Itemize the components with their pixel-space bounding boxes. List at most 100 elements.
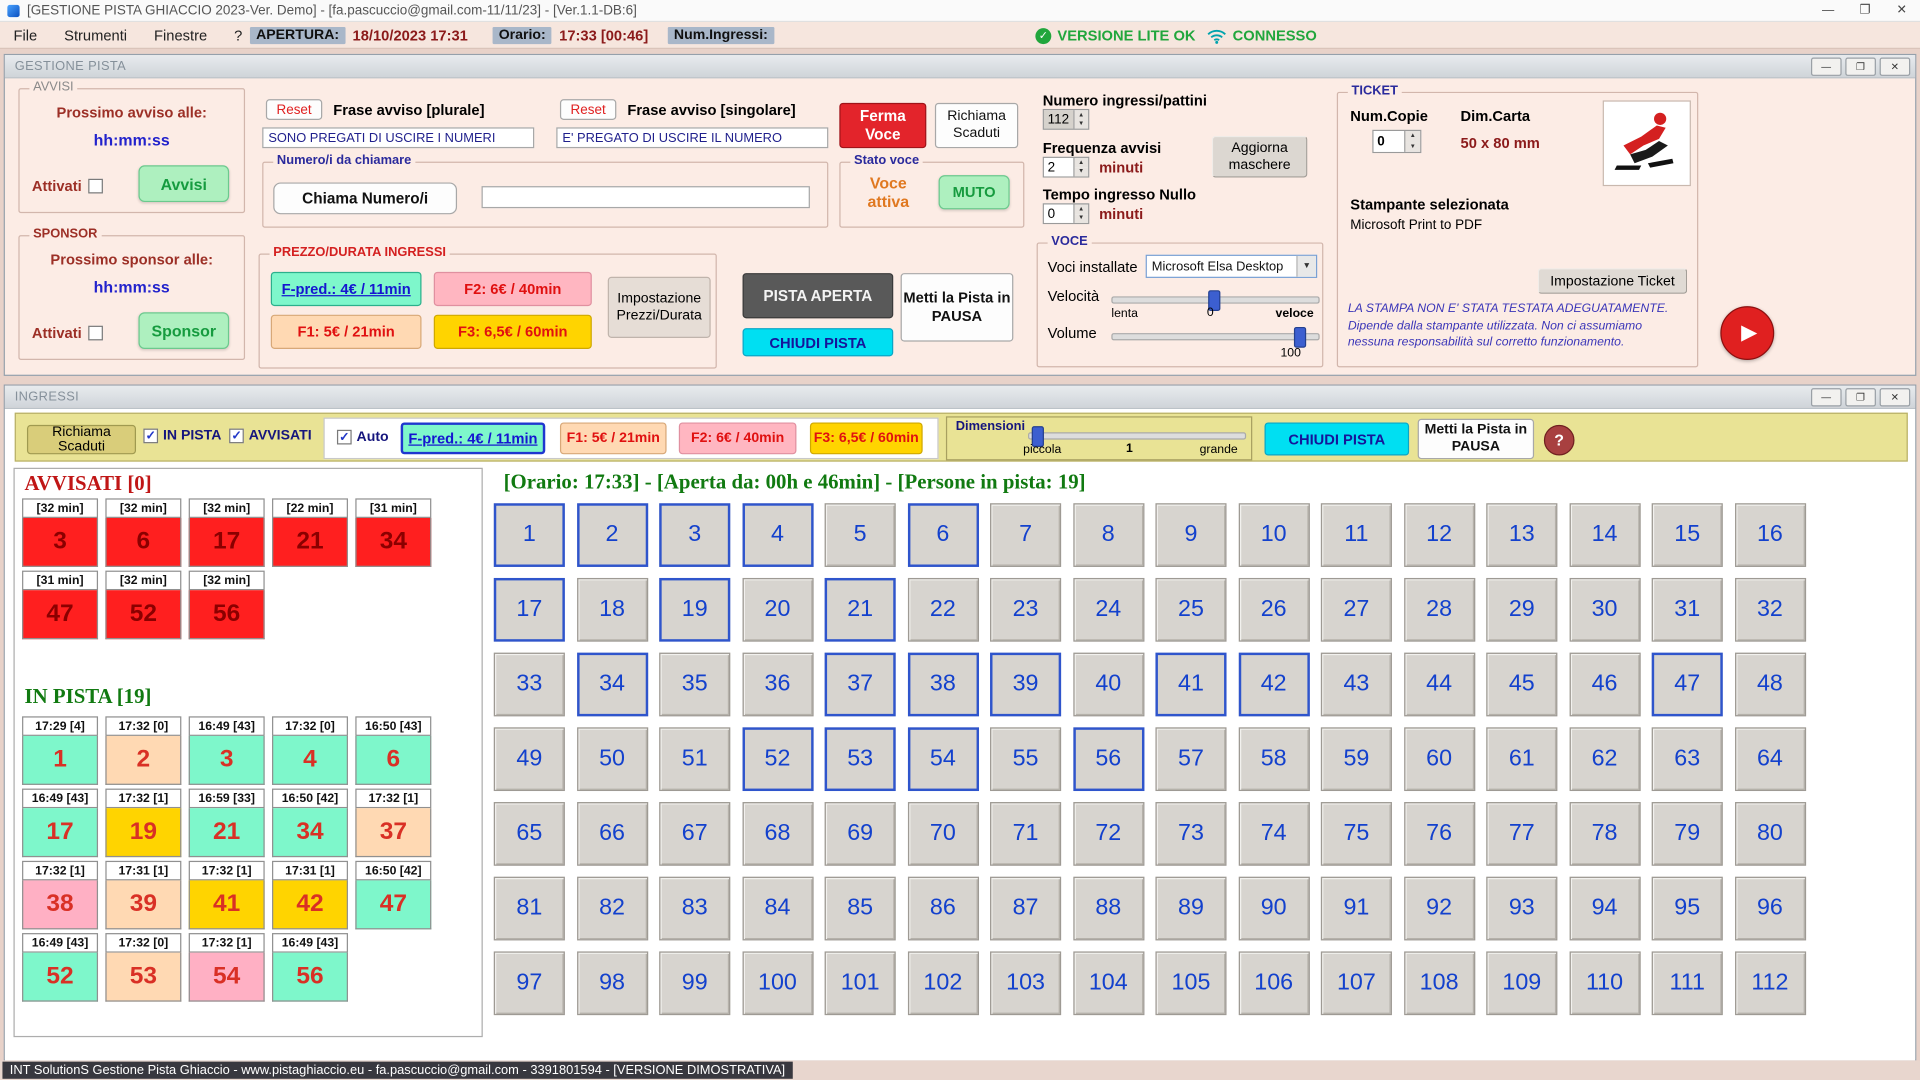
in-pista-tile-19[interactable]: 17:32 [1] 19 bbox=[105, 789, 181, 858]
grid-cell-71[interactable]: 71 bbox=[990, 802, 1061, 866]
up-icon[interactable]: ▲ bbox=[1074, 158, 1088, 167]
fare-f1-button[interactable]: F1: 5€ / 21min bbox=[271, 315, 422, 349]
grid-cell-5[interactable]: 5 bbox=[825, 503, 896, 567]
grid-cell-101[interactable]: 101 bbox=[825, 951, 896, 1015]
minimize-icon[interactable]: — bbox=[1811, 388, 1842, 406]
grid-cell-56[interactable]: 56 bbox=[1073, 727, 1144, 791]
grid-cell-81[interactable]: 81 bbox=[494, 877, 565, 941]
grid-cell-88[interactable]: 88 bbox=[1073, 877, 1144, 941]
avvisi-button[interactable]: Avvisi bbox=[138, 165, 229, 202]
minimize-icon[interactable]: — bbox=[1810, 0, 1847, 21]
in-pista-tile-53[interactable]: 17:32 [0] 53 bbox=[105, 933, 181, 1002]
grid-cell-24[interactable]: 24 bbox=[1073, 578, 1144, 642]
grid-cell-28[interactable]: 28 bbox=[1404, 578, 1475, 642]
chiudi-pista-button[interactable]: CHIUDI PISTA bbox=[743, 328, 894, 356]
grid-cell-65[interactable]: 65 bbox=[494, 802, 565, 866]
grid-cell-47[interactable]: 47 bbox=[1652, 653, 1723, 717]
grid-cell-92[interactable]: 92 bbox=[1404, 877, 1475, 941]
close-icon[interactable]: ✕ bbox=[1880, 57, 1911, 75]
in-pista-tile-17[interactable]: 16:49 [43] 17 bbox=[22, 789, 98, 858]
grid-cell-84[interactable]: 84 bbox=[742, 877, 813, 941]
menu-strumenti[interactable]: Strumenti bbox=[51, 26, 141, 43]
grid-cell-75[interactable]: 75 bbox=[1321, 802, 1392, 866]
impostazione-prezzi-button[interactable]: Impostazione Prezzi/Durata bbox=[608, 277, 711, 338]
grid-cell-108[interactable]: 108 bbox=[1404, 951, 1475, 1015]
fare-f3-button[interactable]: F3: 6,5€ / 60min bbox=[434, 315, 592, 349]
avvisi-attivati-checkbox[interactable] bbox=[88, 179, 103, 194]
grid-cell-6[interactable]: 6 bbox=[907, 503, 978, 567]
grid-cell-112[interactable]: 112 bbox=[1734, 951, 1805, 1015]
grid-cell-46[interactable]: 46 bbox=[1569, 653, 1640, 717]
grid-cell-3[interactable]: 3 bbox=[659, 503, 730, 567]
grid-cell-11[interactable]: 11 bbox=[1321, 503, 1392, 567]
grid-cell-72[interactable]: 72 bbox=[1073, 802, 1144, 866]
grid-cell-1[interactable]: 1 bbox=[494, 503, 565, 567]
in-pista-tile-37[interactable]: 17:32 [1] 37 bbox=[355, 789, 431, 858]
volume-slider-thumb[interactable] bbox=[1294, 327, 1306, 348]
grid-cell-89[interactable]: 89 bbox=[1155, 877, 1226, 941]
grid-cell-104[interactable]: 104 bbox=[1073, 951, 1144, 1015]
auto-checkbox[interactable]: ✓ bbox=[337, 430, 352, 445]
volume-slider[interactable] bbox=[1111, 333, 1319, 340]
grid-cell-111[interactable]: 111 bbox=[1652, 951, 1723, 1015]
grid-cell-78[interactable]: 78 bbox=[1569, 802, 1640, 866]
fare-f1-button[interactable]: F1: 5€ / 21min bbox=[560, 422, 667, 454]
up-icon[interactable]: ▲ bbox=[1074, 204, 1088, 213]
avvisati-tile-56[interactable]: [32 min] 56 bbox=[189, 571, 265, 640]
grid-cell-102[interactable]: 102 bbox=[907, 951, 978, 1015]
in-pista-tile-42[interactable]: 17:31 [1] 42 bbox=[272, 861, 348, 930]
grid-cell-57[interactable]: 57 bbox=[1155, 727, 1226, 791]
in-pista-tile-2[interactable]: 17:32 [0] 2 bbox=[105, 716, 181, 785]
menu-finestre[interactable]: Finestre bbox=[141, 26, 221, 43]
in-pista-tile-1[interactable]: 17:29 [4] 1 bbox=[22, 716, 98, 785]
minimize-icon[interactable]: — bbox=[1811, 57, 1842, 75]
pausa-pista-button[interactable]: Metti la Pista in PAUSA bbox=[1418, 419, 1534, 459]
grid-cell-76[interactable]: 76 bbox=[1404, 802, 1475, 866]
grid-cell-12[interactable]: 12 bbox=[1404, 503, 1475, 567]
up-icon[interactable]: ▲ bbox=[1405, 131, 1420, 141]
grid-cell-77[interactable]: 77 bbox=[1486, 802, 1557, 866]
chiama-numeri-button[interactable]: Chiama Numero/i bbox=[273, 182, 457, 214]
in-pista-tile-38[interactable]: 17:32 [1] 38 bbox=[22, 861, 98, 930]
numeri-input[interactable] bbox=[482, 186, 810, 208]
grid-cell-80[interactable]: 80 bbox=[1734, 802, 1805, 866]
sponsor-attivati-checkbox[interactable] bbox=[88, 326, 103, 341]
pista-aperta-button[interactable]: PISTA APERTA bbox=[743, 273, 894, 318]
velocita-slider[interactable] bbox=[1111, 296, 1319, 303]
grid-cell-37[interactable]: 37 bbox=[825, 653, 896, 717]
grid-cell-45[interactable]: 45 bbox=[1486, 653, 1557, 717]
in-pista-tile-3[interactable]: 16:49 [43] 3 bbox=[189, 716, 265, 785]
in-pista-tile-54[interactable]: 17:32 [1] 54 bbox=[189, 933, 265, 1002]
avvisati-tile-52[interactable]: [32 min] 52 bbox=[105, 571, 181, 640]
grid-cell-26[interactable]: 26 bbox=[1238, 578, 1309, 642]
grid-cell-68[interactable]: 68 bbox=[742, 802, 813, 866]
grid-cell-30[interactable]: 30 bbox=[1569, 578, 1640, 642]
restore-icon[interactable]: ❐ bbox=[1845, 57, 1876, 75]
grid-cell-39[interactable]: 39 bbox=[990, 653, 1061, 717]
help-button[interactable]: ? bbox=[1544, 425, 1575, 456]
grid-cell-90[interactable]: 90 bbox=[1238, 877, 1309, 941]
pausa-pista-button[interactable]: Metti la Pista in PAUSA bbox=[901, 273, 1014, 342]
tempo-nullo-spinner[interactable]: 0 ▲▼ bbox=[1043, 203, 1090, 224]
avvisati-tile-17[interactable]: [32 min] 17 bbox=[189, 498, 265, 567]
grid-cell-87[interactable]: 87 bbox=[990, 877, 1061, 941]
in-pista-tile-56[interactable]: 16:49 [43] 56 bbox=[272, 933, 348, 1002]
down-icon[interactable]: ▼ bbox=[1405, 141, 1420, 151]
grid-cell-21[interactable]: 21 bbox=[825, 578, 896, 642]
grid-cell-15[interactable]: 15 bbox=[1652, 503, 1723, 567]
grid-cell-34[interactable]: 34 bbox=[577, 653, 648, 717]
grid-cell-107[interactable]: 107 bbox=[1321, 951, 1392, 1015]
grid-cell-53[interactable]: 53 bbox=[825, 727, 896, 791]
grid-cell-16[interactable]: 16 bbox=[1734, 503, 1805, 567]
grid-cell-93[interactable]: 93 bbox=[1486, 877, 1557, 941]
down-icon[interactable]: ▼ bbox=[1074, 119, 1088, 128]
fare-f2-button[interactable]: F2: 6€ / 40min bbox=[679, 422, 797, 454]
grid-cell-91[interactable]: 91 bbox=[1321, 877, 1392, 941]
grid-cell-43[interactable]: 43 bbox=[1321, 653, 1392, 717]
grid-cell-67[interactable]: 67 bbox=[659, 802, 730, 866]
restore-icon[interactable]: ❐ bbox=[1845, 388, 1876, 406]
grid-cell-79[interactable]: 79 bbox=[1652, 802, 1723, 866]
down-icon[interactable]: ▼ bbox=[1074, 167, 1088, 176]
in-pista-tile-39[interactable]: 17:31 [1] 39 bbox=[105, 861, 181, 930]
sponsor-button[interactable]: Sponsor bbox=[138, 312, 229, 349]
